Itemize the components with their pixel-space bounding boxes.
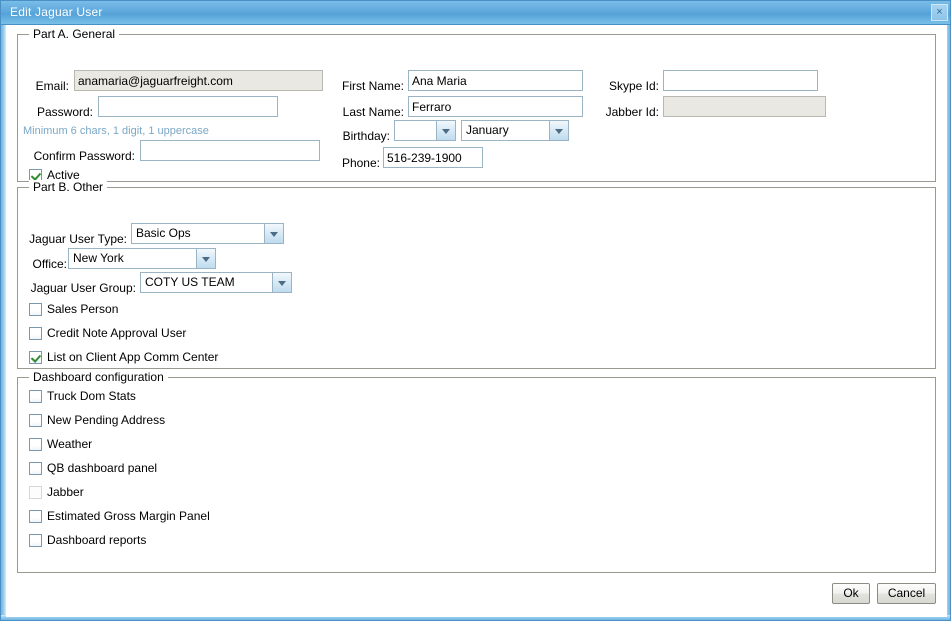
dialog-title: Edit Jaguar User xyxy=(10,5,103,19)
credit-note-approval-checkbox[interactable] xyxy=(29,326,42,340)
dashboard-reports-label: Dashboard reports xyxy=(47,533,147,547)
chevron-down-icon[interactable] xyxy=(272,273,291,292)
birthday-label: Birthday: xyxy=(342,129,390,143)
edit-jaguar-user-dialog: Edit Jaguar User × Part A. General Email… xyxy=(0,0,951,621)
part-b-legend: Part B. Other xyxy=(29,180,108,194)
office-value: New York xyxy=(73,251,124,265)
new-pending-address-label: New Pending Address xyxy=(47,413,166,427)
birthday-month-value: January xyxy=(466,123,509,137)
qb-dashboard-panel-label: QB dashboard panel xyxy=(47,461,158,475)
jabber-checkbox-row: Jabber xyxy=(29,485,84,499)
qb-dashboard-panel-checkbox-row[interactable]: QB dashboard panel xyxy=(29,461,157,475)
office-label: Office: xyxy=(32,257,67,271)
office-select[interactable]: New York xyxy=(68,248,216,269)
dashboard-configuration-fieldset: Dashboard configuration xyxy=(17,370,936,573)
chevron-down-icon[interactable] xyxy=(549,121,568,140)
jabber-id-label: Jabber Id: xyxy=(605,105,659,119)
skype-id-label: Skype Id: xyxy=(608,79,659,93)
phone-field[interactable] xyxy=(383,147,483,168)
dialog-titlebar[interactable]: Edit Jaguar User × xyxy=(1,1,950,25)
sales-person-checkbox[interactable] xyxy=(29,302,42,316)
estimated-gross-margin-panel-checkbox[interactable] xyxy=(29,509,42,523)
estimated-gross-margin-panel-label: Estimated Gross Margin Panel xyxy=(47,509,210,523)
user-group-select[interactable]: COTY US TEAM xyxy=(140,272,292,293)
first-name-label: First Name: xyxy=(341,79,404,93)
user-type-select[interactable]: Basic Ops xyxy=(131,223,284,244)
password-hint: Minimum 6 chars, 1 digit, 1 uppercase xyxy=(23,125,209,137)
qb-dashboard-panel-checkbox[interactable] xyxy=(29,461,42,475)
jabber-checkbox xyxy=(29,485,42,499)
estimated-gross-margin-panel-checkbox-row[interactable]: Estimated Gross Margin Panel xyxy=(29,509,210,523)
skype-id-field[interactable] xyxy=(663,70,818,91)
confirm-password-field[interactable] xyxy=(140,140,320,161)
list-on-client-app-checkbox-row[interactable]: List on Client App Comm Center xyxy=(29,350,218,364)
dashboard-reports-checkbox-row[interactable]: Dashboard reports xyxy=(29,533,146,547)
dialog-content: Part A. General Email: Password: Minimum… xyxy=(6,25,947,617)
list-on-client-app-checkbox[interactable] xyxy=(29,350,42,364)
chevron-down-icon[interactable] xyxy=(436,121,455,140)
user-type-value: Basic Ops xyxy=(136,226,191,240)
credit-note-approval-label: Credit Note Approval User xyxy=(47,326,187,340)
weather-checkbox[interactable] xyxy=(29,437,42,451)
user-group-label: Jaguar User Group: xyxy=(30,281,136,295)
jabber-label: Jabber xyxy=(47,485,84,499)
new-pending-address-checkbox[interactable] xyxy=(29,413,42,427)
user-group-value: COTY US TEAM xyxy=(145,275,235,289)
truck-dom-stats-label: Truck Dom Stats xyxy=(47,389,136,403)
chevron-down-icon[interactable] xyxy=(196,249,215,268)
sales-person-label: Sales Person xyxy=(47,302,119,316)
cancel-button[interactable]: Cancel xyxy=(877,583,936,604)
close-icon[interactable]: × xyxy=(931,4,948,21)
list-on-client-app-label: List on Client App Comm Center xyxy=(47,350,219,364)
new-pending-address-checkbox-row[interactable]: New Pending Address xyxy=(29,413,165,427)
chevron-down-icon[interactable] xyxy=(264,224,283,243)
ok-button[interactable]: Ok xyxy=(832,583,870,604)
sales-person-checkbox-row[interactable]: Sales Person xyxy=(29,302,118,316)
birthday-month-select[interactable]: January xyxy=(461,120,569,141)
phone-label: Phone: xyxy=(341,156,380,170)
jabber-id-field[interactable] xyxy=(663,96,826,117)
last-name-label: Last Name: xyxy=(342,105,404,119)
password-field[interactable] xyxy=(98,96,278,117)
weather-checkbox-row[interactable]: Weather xyxy=(29,437,92,451)
user-type-label: Jaguar User Type: xyxy=(29,232,127,246)
credit-note-approval-checkbox-row[interactable]: Credit Note Approval User xyxy=(29,326,186,340)
last-name-field[interactable] xyxy=(408,96,583,117)
weather-label: Weather xyxy=(47,437,93,451)
dashboard-reports-checkbox[interactable] xyxy=(29,533,42,547)
truck-dom-stats-checkbox[interactable] xyxy=(29,389,42,403)
email-label: Email: xyxy=(35,79,69,93)
birthday-day-select[interactable] xyxy=(394,120,456,141)
first-name-field[interactable] xyxy=(408,70,583,91)
password-label: Password: xyxy=(36,105,93,119)
confirm-password-label: Confirm Password: xyxy=(33,149,135,163)
birthday-day-value xyxy=(395,121,436,140)
truck-dom-stats-checkbox-row[interactable]: Truck Dom Stats xyxy=(29,389,136,403)
part-a-legend: Part A. General xyxy=(29,27,120,41)
email-field[interactable] xyxy=(74,70,323,91)
dashboard-legend: Dashboard configuration xyxy=(29,370,168,384)
